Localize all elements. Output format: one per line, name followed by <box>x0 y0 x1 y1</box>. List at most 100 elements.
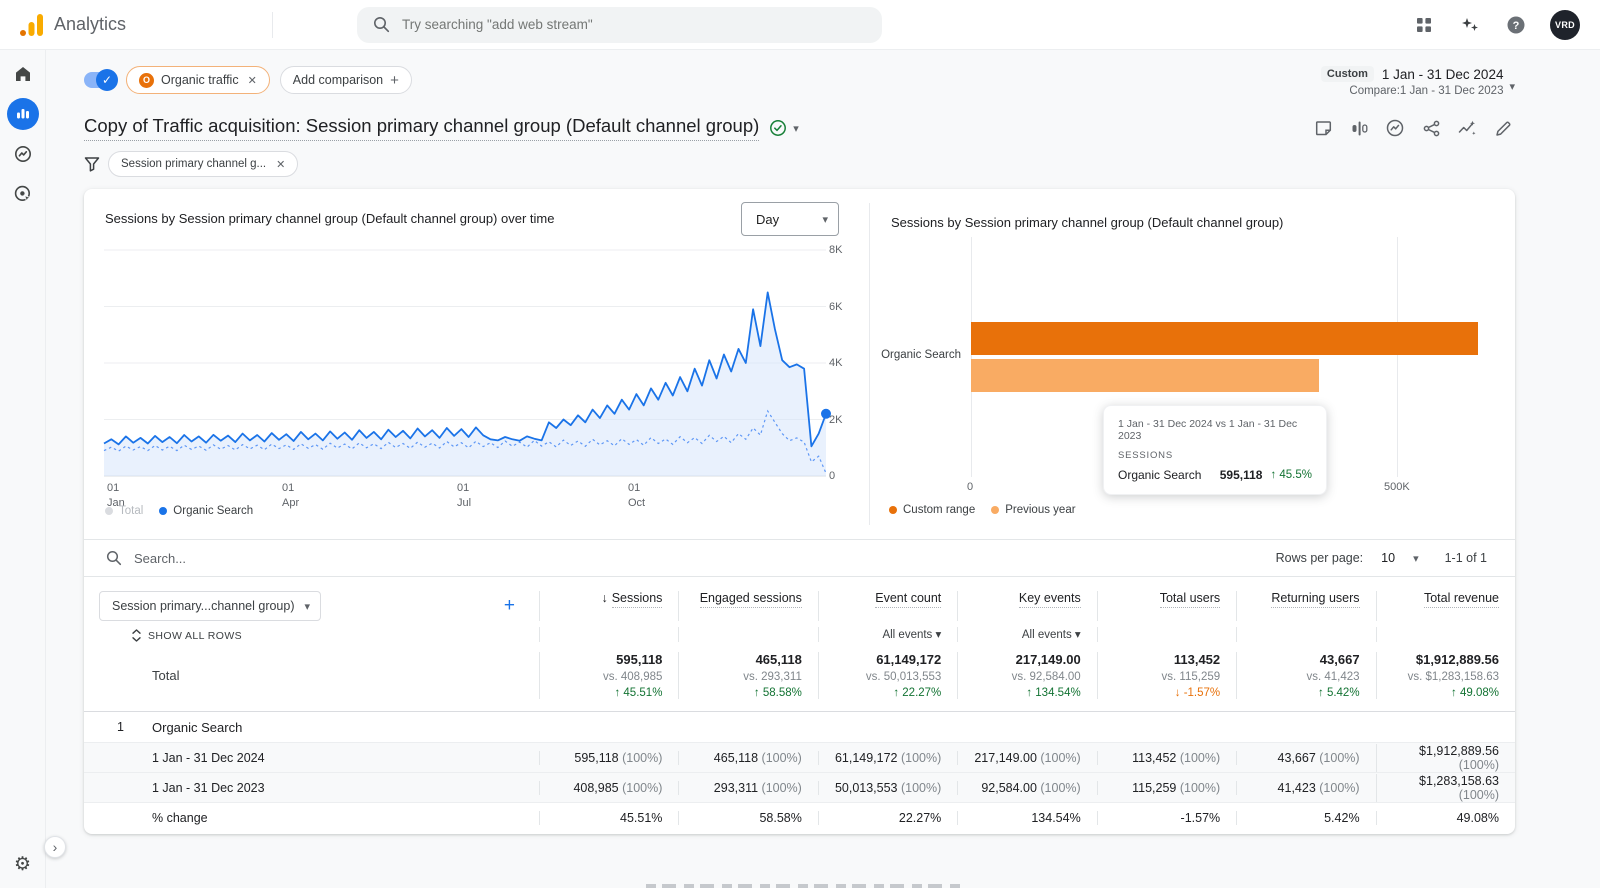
total-vs-value: vs. $1,283,158.63 <box>1377 671 1499 683</box>
add-metric-button[interactable]: + <box>504 595 515 617</box>
notes-icon[interactable] <box>1311 116 1335 140</box>
chevron-down-icon: ▾ <box>822 213 828 226</box>
x-tick: 01Jul <box>457 481 471 511</box>
sessions-line-chart[interactable] <box>104 250 826 476</box>
legend-item-organic-search[interactable]: Organic Search <box>159 505 253 517</box>
column-header-label[interactable]: Returning users <box>1271 591 1359 608</box>
toggle-check-icon: ✓ <box>96 69 118 91</box>
chevron-down-icon[interactable]: ▾ <box>1413 552 1419 565</box>
metric-cell: 49.08% <box>1376 811 1515 825</box>
total-vs-value: vs. 293,311 <box>679 671 801 683</box>
metric-cell: $1,283,158.63 (100%) <box>1376 774 1515 802</box>
bar-chart-tooltip: 1 Jan - 31 Dec 2024 vs 1 Jan - 31 Dec 20… <box>1103 405 1327 495</box>
metric-value: -1.57% <box>1181 811 1221 825</box>
column-header-label[interactable]: Total users <box>1160 591 1220 608</box>
brand-name: Analytics <box>54 14 126 35</box>
metric-value: 293,311 <box>714 781 758 795</box>
all-events-select[interactable]: All events ▾ <box>1022 629 1081 641</box>
table-row-organic-search[interactable]: 1 Organic Search <box>84 720 539 735</box>
legend-item-total[interactable]: Total <box>105 505 143 517</box>
bar-custom-range[interactable] <box>971 322 1478 355</box>
apps-grid-icon[interactable] <box>1412 13 1436 37</box>
total-legend-dot-icon <box>105 507 113 515</box>
legend-item-previous-year[interactable]: Previous year <box>991 504 1075 516</box>
edit-pencil-icon[interactable] <box>1491 116 1515 140</box>
legend-label: Total <box>119 505 143 517</box>
total-value: 113,452 <box>1098 652 1220 667</box>
bar-previous-year[interactable] <box>971 359 1319 392</box>
column-header-label[interactable]: Engaged sessions <box>700 591 802 608</box>
total-vs-value: vs. 41,423 <box>1237 671 1359 683</box>
data-table: Search... Rows per page: 10 ▾ 1-1 of 1 S… <box>84 539 1515 833</box>
bar-category-label: Organic Search <box>869 349 961 361</box>
active-filter-chip[interactable]: Session primary channel g... ✕ <box>108 151 298 177</box>
previous-year-legend-dot-icon <box>991 506 999 514</box>
global-search-input[interactable]: Try searching "add web stream" <box>357 7 882 43</box>
tooltip-metric-label: SESSIONS <box>1118 450 1312 461</box>
metric-percent: (100%) <box>1316 781 1360 795</box>
table-search-input[interactable]: Search... <box>134 551 186 566</box>
tooltip-row-label: Organic Search <box>1118 468 1201 482</box>
rows-per-page-select[interactable]: 10 <box>1381 551 1395 565</box>
comparison-toggle[interactable]: ✓ <box>84 72 116 88</box>
column-header-total-users: Total users <box>1097 591 1236 621</box>
nav-home[interactable] <box>7 58 39 90</box>
table-row[interactable]: % change45.51%58.58%22.27%134.54%-1.57%5… <box>84 802 1515 833</box>
settings-gear-icon[interactable]: ⚙ <box>14 855 31 874</box>
title-chevron-down-icon[interactable]: ▾ <box>793 122 799 135</box>
column-header-label[interactable]: Key events <box>1019 591 1081 608</box>
dimension-select[interactable]: Session primary...channel group) ▾ <box>99 591 321 621</box>
total-row-label: Total <box>84 652 539 699</box>
granularity-value: Day <box>756 212 779 227</box>
metric-value: 58.58% <box>759 811 801 825</box>
brand-separator <box>272 12 273 38</box>
column-header-label[interactable]: Sessions <box>612 591 663 608</box>
metric-cell: 58.58% <box>678 811 817 825</box>
table-row[interactable]: 1 Jan - 31 Dec 2024595,118 (100%)465,118… <box>84 742 1515 772</box>
date-range-picker[interactable]: Custom 1 Jan - 31 Dec 2024 Compare:1 Jan… <box>1321 66 1515 97</box>
granularity-select[interactable]: Day ▾ <box>741 202 839 236</box>
clipped-footer-text <box>646 884 966 888</box>
nav-explore[interactable] <box>7 138 39 170</box>
metric-cell: 22.27% <box>818 811 957 825</box>
bar-chart-legend: Custom range Previous year <box>889 504 1076 516</box>
sidebar-expand-button[interactable]: › <box>44 836 66 858</box>
edit-comparisons-icon[interactable] <box>1347 116 1371 140</box>
metric-cell: 408,985 (100%) <box>539 781 678 795</box>
metric-percent: (100%) <box>898 781 942 795</box>
search-icon <box>373 16 390 33</box>
help-icon[interactable]: ? <box>1504 13 1528 37</box>
x-tick: 01Oct <box>628 481 645 511</box>
metric-value: 61,149,172 <box>835 751 898 765</box>
column-header-label[interactable]: Total revenue <box>1424 591 1499 608</box>
rows-per-page-label: Rows per page: <box>1276 551 1364 565</box>
user-avatar[interactable]: VRD <box>1550 10 1580 40</box>
report-title[interactable]: Copy of Traffic acquisition: Session pri… <box>84 115 759 141</box>
row-index: 1 <box>117 720 152 734</box>
insights-icon[interactable] <box>1383 116 1407 140</box>
add-comparison-button[interactable]: Add comparison + <box>280 66 412 94</box>
all-events-select[interactable]: All events ▾ <box>882 629 941 641</box>
table-row[interactable]: 1 Jan - 31 Dec 2023408,985 (100%)293,311… <box>84 772 1515 802</box>
column-header-label[interactable]: Event count <box>875 591 941 608</box>
explore-trend-icon <box>13 144 33 164</box>
comparison-chip-organic-traffic[interactable]: O Organic traffic ✕ <box>126 66 270 94</box>
remove-comparison-icon[interactable]: ✕ <box>248 74 257 87</box>
filter-chip-label: Session primary channel g... <box>121 158 266 170</box>
tooltip-row-value: 595,118 <box>1220 468 1263 482</box>
show-all-rows-button[interactable]: SHOW ALL ROWS <box>132 629 242 642</box>
nav-advertising[interactable] <box>7 178 39 210</box>
metric-percent: (100%) <box>1037 751 1081 765</box>
gemini-sparkle-icon[interactable] <box>1458 13 1482 37</box>
legend-item-custom-range[interactable]: Custom range <box>889 504 975 516</box>
date-compare-label: Compare:1 Jan - 31 Dec 2023 <box>1321 85 1504 97</box>
metric-cell: 5.42% <box>1236 811 1375 825</box>
brand[interactable]: Analytics <box>0 12 272 38</box>
share-icon[interactable] <box>1419 116 1443 140</box>
table-search-icon <box>106 550 122 566</box>
nav-reports[interactable] <box>7 98 39 130</box>
remove-filter-icon[interactable]: ✕ <box>276 158 285 171</box>
metric-cell: 465,118 (100%) <box>678 751 817 765</box>
line-chart-panel: Sessions by Session primary channel grou… <box>84 189 869 539</box>
ai-insights-sparkline-icon[interactable] <box>1455 116 1479 140</box>
